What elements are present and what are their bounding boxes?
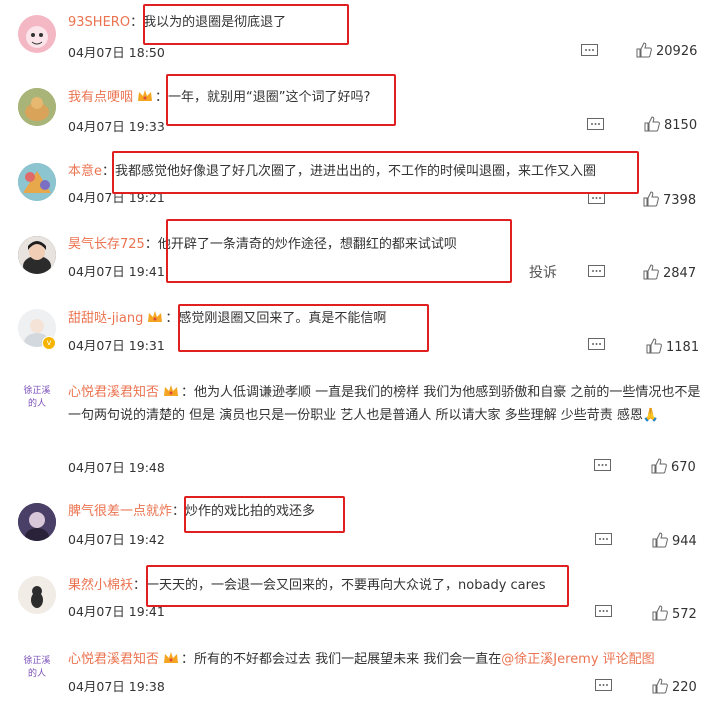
separator: ： [130,15,144,30]
reply-icon[interactable] [595,533,612,547]
reply-icon[interactable] [588,192,605,206]
avatar[interactable]: 徐正溪的人 [18,650,56,688]
timestamp: 04月07日 19:42 [68,532,165,547]
like-button[interactable]: 572 [652,605,697,622]
username[interactable]: 甜甜哒-jiang [68,311,143,326]
avatar-image [18,163,56,201]
mention-link[interactable]: @徐正溪Jeremy [501,652,598,667]
username[interactable]: 果然小棉袄 [68,578,133,593]
like-count: 670 [671,460,696,475]
like-count: 7398 [663,193,697,208]
username[interactable]: 我有点哽咽 [68,90,133,105]
avatar[interactable]: 徐正溪的人 [18,380,56,418]
avatar[interactable] [18,576,56,614]
like-button[interactable]: 1181 [646,338,699,355]
avatar-image [18,15,56,53]
thumbs-up-icon [646,338,662,354]
timestamp: 04月07日 19:38 [68,679,165,694]
separator: ： [133,578,147,593]
reply-icon[interactable] [588,338,605,352]
username[interactable]: 本意e [68,164,102,179]
separator: ： [165,311,179,326]
avatar-image [18,503,56,541]
verified-badge-icon: v [42,336,56,350]
like-count: 20926 [656,44,698,59]
like-button[interactable]: 944 [652,532,697,549]
like-button[interactable]: 220 [652,678,697,695]
reply-icon[interactable] [594,459,611,473]
like-button[interactable]: 20926 [636,42,697,59]
thumbs-up-icon [643,264,659,280]
reply-icon[interactable] [595,605,612,619]
like-button[interactable]: 7398 [643,191,696,208]
timestamp: 04月07日 19:33 [68,119,165,134]
thumbs-up-icon [651,458,667,474]
comment-body: 心悦君溪君知否 ：他为人低调谦逊孝顺 一直是我们的榜样 我们为他感到骄傲和自豪 之… [68,381,705,427]
thumbs-up-icon [643,191,659,207]
comment-body: 心悦君溪君知否 ：所有的不好都会过去 我们一起展望未来 我们会一直在@徐正溪Jer… [68,648,705,671]
like-button[interactable]: 670 [651,458,696,475]
avatar[interactable] [18,236,56,274]
thumbs-up-icon [652,532,668,548]
thumbs-up-icon [652,605,668,621]
like-count: 572 [672,607,697,622]
crown-badge-icon [138,90,153,101]
highlight-box [146,565,569,607]
username[interactable]: 脾气很差一点就炸 [68,504,172,519]
username[interactable]: 心悦君溪君知否 [68,385,159,400]
reply-icon[interactable] [595,679,612,693]
like-count: 8150 [664,118,698,133]
thumbs-up-icon [636,42,652,58]
avatar-text: 徐正溪的人 [23,386,51,409]
highlight-box [143,4,349,45]
reply-icon[interactable] [587,118,604,132]
crown-badge-icon [164,385,179,396]
highlight-box [112,151,639,194]
highlight-box [166,219,512,283]
like-count: 2847 [663,266,697,281]
highlight-box [184,496,345,533]
separator: ： [181,385,195,400]
avatar[interactable] [18,163,56,201]
like-button[interactable]: 8150 [644,116,697,133]
username[interactable]: 93SHERO [68,15,130,30]
crown-badge-icon [148,311,163,322]
username[interactable]: 昊气长存725 [68,237,145,252]
highlight-box [178,304,429,352]
avatar[interactable] [18,88,56,126]
separator: ： [144,237,158,252]
avatar-image [18,88,56,126]
crown-badge-icon [164,652,179,663]
timestamp: 04月07日 19:31 [68,338,165,353]
like-count: 1181 [666,340,700,355]
reply-icon[interactable] [588,265,605,279]
like-button[interactable]: 2847 [643,264,696,281]
report-button[interactable]: 投诉 [529,262,557,282]
like-count: 220 [672,680,697,695]
reply-icon[interactable] [581,44,598,58]
avatar-text: 徐正溪的人 [23,656,51,679]
username[interactable]: 心悦君溪君知否 [68,652,159,667]
avatar-image [18,576,56,614]
separator: ： [181,652,195,667]
thumbs-up-icon [644,116,660,132]
comment-image-link[interactable]: 评论配图 [599,652,655,667]
comment-body: 脾气很差一点就炸：炒作的戏比拍的戏还多 [68,500,705,523]
like-count: 944 [672,534,697,549]
avatar[interactable] [18,15,56,53]
avatar[interactable] [18,503,56,541]
timestamp: 04月07日 19:41 [68,264,165,279]
highlight-box [166,74,396,126]
avatar-image [18,236,56,274]
thumbs-up-icon [652,678,668,694]
timestamp: 04月07日 19:48 [68,460,165,475]
comment-text: 所有的不好都会过去 我们一起展望未来 我们会一直在 [194,652,502,667]
